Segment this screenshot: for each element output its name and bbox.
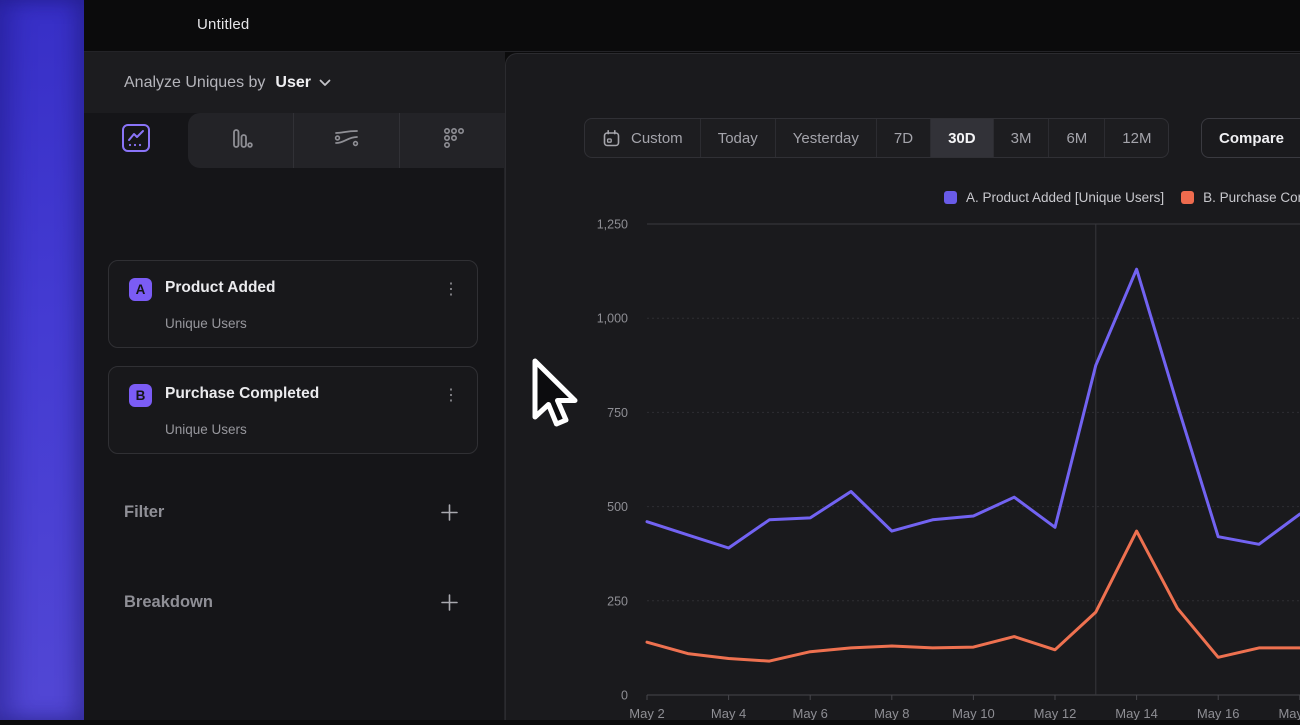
svg-text:1,250: 1,250 bbox=[597, 218, 628, 232]
breakdown-section-header: Breakdown bbox=[84, 584, 505, 620]
bar-chart-icon bbox=[227, 124, 255, 157]
metric-card-b[interactable]: B Purchase Completed ⋮ Unique Users bbox=[108, 366, 478, 454]
chevron-down-icon bbox=[319, 79, 331, 87]
flow-chart-icon bbox=[332, 123, 362, 158]
tab-line-chart[interactable] bbox=[84, 113, 188, 168]
metric-badge: A bbox=[129, 278, 152, 301]
metric-badge: B bbox=[129, 384, 152, 407]
svg-text:750: 750 bbox=[607, 406, 628, 420]
app-header: Untitled bbox=[84, 0, 1300, 52]
analyze-uniques-dropdown[interactable]: Analyze Uniques by User bbox=[84, 52, 505, 113]
analyze-selected-value[interactable]: User bbox=[275, 74, 311, 92]
kebab-menu-icon[interactable]: ⋮ bbox=[441, 279, 461, 301]
metric-name[interactable]: Purchase Completed bbox=[165, 385, 319, 403]
svg-text:May 4: May 4 bbox=[711, 706, 746, 720]
svg-text:May 6: May 6 bbox=[792, 706, 827, 720]
kebab-menu-icon[interactable]: ⋮ bbox=[441, 385, 461, 407]
breakdown-title: Breakdown bbox=[124, 593, 213, 612]
brand-gradient-strip bbox=[0, 0, 84, 720]
svg-text:May 2: May 2 bbox=[629, 706, 664, 720]
metric-subtitle[interactable]: Unique Users bbox=[165, 422, 247, 437]
svg-text:May 8: May 8 bbox=[874, 706, 909, 720]
filter-title: Filter bbox=[124, 503, 164, 522]
svg-text:May 12: May 12 bbox=[1034, 706, 1077, 720]
filter-section-header: Filter bbox=[84, 494, 505, 530]
grid-dots-icon bbox=[439, 124, 467, 157]
svg-text:May 18: May 18 bbox=[1278, 706, 1300, 720]
svg-text:1,000: 1,000 bbox=[597, 312, 628, 326]
svg-text:May 14: May 14 bbox=[1115, 706, 1158, 720]
chart-type-tab-group bbox=[188, 113, 505, 168]
analyze-prefix-label: Analyze Uniques by bbox=[124, 74, 265, 92]
svg-text:0: 0 bbox=[621, 689, 628, 703]
add-filter-button[interactable] bbox=[440, 503, 458, 521]
query-sidebar: Analyze Uniques by User bbox=[84, 52, 505, 720]
metric-subtitle[interactable]: Unique Users bbox=[165, 316, 247, 331]
line-chart-svg: 0 250 500 750 1,000 1,250 May 2 May 4 May 6 May 8… bbox=[505, 53, 1300, 720]
chart-type-tabs bbox=[84, 113, 505, 168]
line-chart[interactable]: 0 250 500 750 1,000 1,250 May 2 May 4 May 6 May 8… bbox=[505, 53, 1300, 720]
line-chart-icon bbox=[121, 123, 151, 158]
metric-name[interactable]: Product Added bbox=[165, 279, 276, 297]
svg-text:May 16: May 16 bbox=[1197, 706, 1240, 720]
report-title[interactable]: Untitled bbox=[197, 16, 249, 33]
tab-flow-chart[interactable] bbox=[293, 113, 399, 168]
tab-grid-metrics[interactable] bbox=[399, 113, 505, 168]
svg-text:250: 250 bbox=[607, 594, 628, 608]
add-breakdown-button[interactable] bbox=[440, 593, 458, 611]
tab-bar-chart[interactable] bbox=[188, 113, 293, 168]
svg-text:May 10: May 10 bbox=[952, 706, 995, 720]
svg-text:500: 500 bbox=[607, 500, 628, 514]
metric-card-a[interactable]: A Product Added ⋮ Unique Users bbox=[108, 260, 478, 348]
